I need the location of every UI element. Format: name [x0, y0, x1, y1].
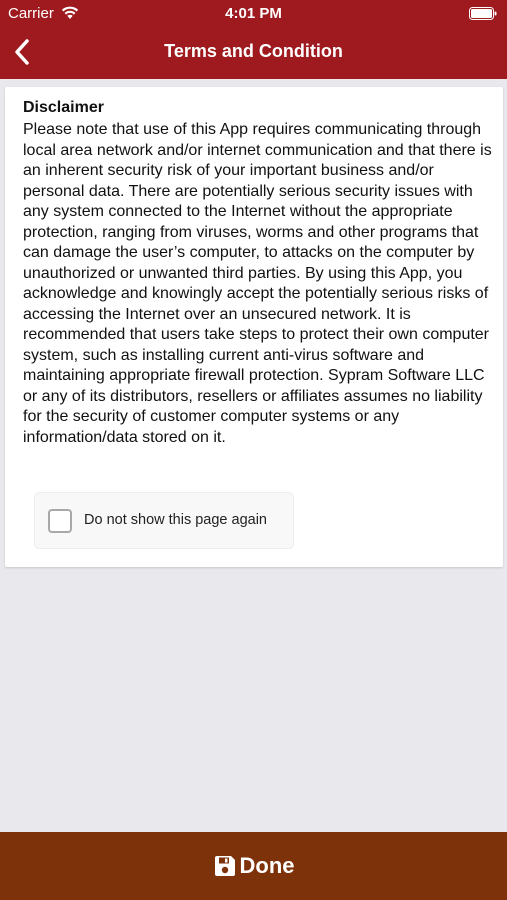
- status-time: 4:01 PM: [225, 5, 282, 22]
- battery-icon: [469, 7, 497, 20]
- done-button-content: Done: [213, 853, 295, 879]
- done-label: Done: [239, 853, 295, 878]
- nav-bar: Terms and Condition: [0, 28, 507, 79]
- save-icon: [214, 856, 235, 876]
- disclaimer-card: Disclaimer Please note that use of this …: [5, 87, 503, 567]
- header: Carrier 4:01 PM Terms and Condition: [0, 0, 507, 79]
- disclaimer-title: Disclaimer: [23, 99, 104, 116]
- checkbox-label: Do not show this page again: [84, 512, 267, 528]
- dont-show-again-checkbox[interactable]: [48, 509, 72, 533]
- status-bar: Carrier 4:01 PM: [0, 0, 507, 28]
- page-title: Terms and Condition: [164, 41, 343, 61]
- done-button[interactable]: Done: [0, 832, 507, 900]
- dont-show-again-option[interactable]: Do not show this page again: [35, 493, 293, 548]
- disclaimer-text: Please note that use of this App require…: [23, 121, 492, 446]
